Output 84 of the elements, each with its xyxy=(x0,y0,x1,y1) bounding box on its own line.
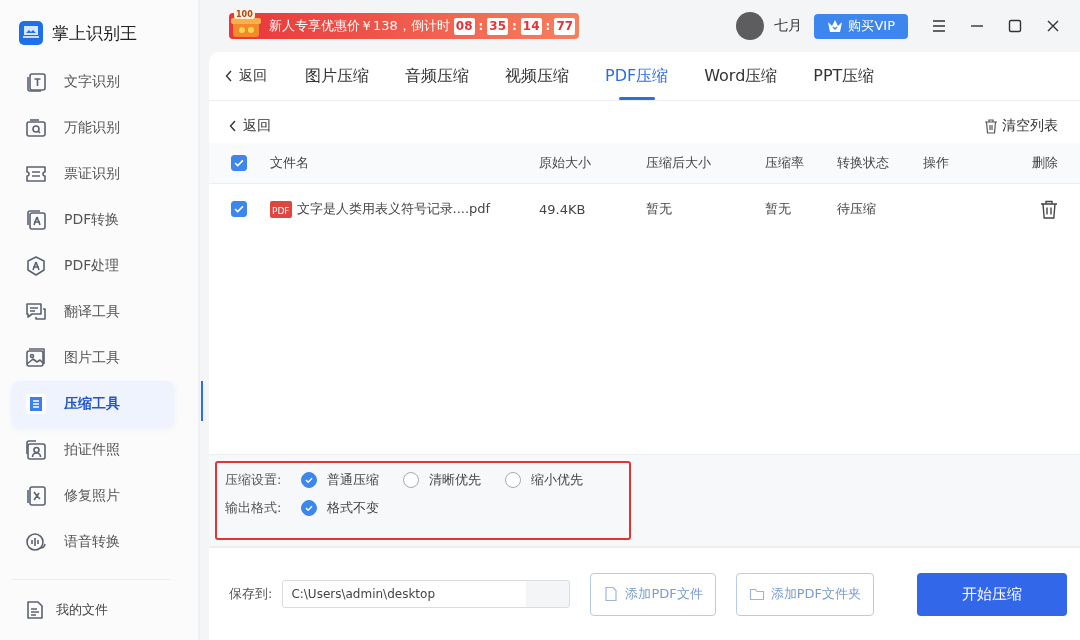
magnifier-frame-icon xyxy=(24,116,48,140)
column-header: 压缩后大小 xyxy=(646,154,712,172)
tab[interactable]: PDF压缩 xyxy=(587,52,687,100)
back-button[interactable]: 返回 xyxy=(225,52,287,100)
chevron-left-icon xyxy=(225,70,233,82)
path-field[interactable]: C:\Users\admin\desktop xyxy=(282,580,571,608)
pdf-file-icon: PDF xyxy=(270,200,292,218)
voice-wave-icon xyxy=(24,530,48,554)
trash-icon xyxy=(984,118,998,134)
tab[interactable]: 图片压缩 xyxy=(287,52,387,100)
file-name: 文字是人类用表义符号记录....pdf xyxy=(296,200,491,218)
radio-button[interactable] xyxy=(505,472,522,488)
sidebar-item[interactable]: 票证识别 xyxy=(12,151,174,197)
option-label: 清晰优先 xyxy=(429,471,482,489)
column-header: 删除 xyxy=(1032,154,1058,172)
radio-option[interactable]: 缩小优先 xyxy=(505,471,584,489)
sidebar-item[interactable]: 万能识别 xyxy=(12,105,174,151)
compress-icon xyxy=(24,392,48,416)
tab-underline xyxy=(618,97,655,100)
table-cell-text: 49.4KB xyxy=(539,201,587,217)
app-logo-icon xyxy=(19,21,43,45)
promo-text: 新人专享优惠价￥138，倒计时 xyxy=(269,17,450,35)
setting-label: 输出格式: xyxy=(225,499,282,517)
document-icon xyxy=(24,599,46,621)
option-label: 缩小优先 xyxy=(531,471,584,489)
radio-option[interactable]: 清晰优先 xyxy=(403,471,482,489)
radio-button[interactable] xyxy=(403,472,420,488)
avatar[interactable] xyxy=(736,12,765,40)
countdown-digits: 14 xyxy=(520,17,542,35)
radio-button[interactable] xyxy=(301,500,318,516)
table-cell-text: 暂无 xyxy=(765,200,792,218)
sidebar-item[interactable]: 修复照片 xyxy=(12,473,174,519)
maximize-icon[interactable] xyxy=(1006,17,1024,35)
tab[interactable]: PPT压缩 xyxy=(795,52,893,100)
save-to-label: 保存到: xyxy=(229,585,273,603)
tab[interactable]: 视频压缩 xyxy=(487,52,587,100)
radio-button[interactable] xyxy=(301,472,318,488)
select-all-checkbox[interactable] xyxy=(231,155,247,171)
column-header: 原始大小 xyxy=(539,154,592,172)
column-header: 操作 xyxy=(923,154,950,172)
countdown-separator: : xyxy=(478,19,484,33)
id-photo-icon xyxy=(24,438,48,462)
picture-icon xyxy=(24,346,48,370)
table-cell-text: 暂无 xyxy=(646,200,673,218)
column-header: 压缩率 xyxy=(765,154,805,172)
setting-label: 压缩设置: xyxy=(225,471,282,489)
chevron-left-icon xyxy=(229,120,237,132)
sidebar-item[interactable]: 语音转换 xyxy=(12,519,174,565)
back-button[interactable]: 返回 xyxy=(229,117,271,135)
sidebar-item[interactable]: 翻译工具 xyxy=(12,289,174,335)
sidebar-item[interactable]: PDF转换 xyxy=(12,197,174,243)
app-title: 掌上识别王 xyxy=(52,21,137,45)
countdown-separator: : xyxy=(512,19,517,33)
clear-list-button[interactable]: 清空列表 xyxy=(984,117,1058,135)
gift-badge: 100 xyxy=(234,10,255,19)
row-checkbox[interactable] xyxy=(231,201,247,217)
sidebar-item[interactable]: 文字识别 xyxy=(12,59,174,105)
sidebar-item[interactable]: 拍证件照 xyxy=(12,427,174,473)
option-label: 普通压缩 xyxy=(327,471,380,489)
countdown-digits: 35 xyxy=(487,17,509,35)
radio-option[interactable]: 普通压缩 xyxy=(301,471,380,489)
document-icon xyxy=(603,586,620,602)
menu-icon[interactable] xyxy=(930,17,948,35)
countdown-digits: 08 xyxy=(453,17,475,35)
user-name[interactable]: 七月 xyxy=(774,17,803,35)
folder-icon xyxy=(748,586,765,602)
sidebar-item[interactable]: PDF处理 xyxy=(12,243,174,289)
my-files-link[interactable]: 我的文件 xyxy=(12,579,170,640)
table-cell-text: 待压缩 xyxy=(837,200,877,218)
vip-button[interactable]: 购买VIP xyxy=(814,13,908,39)
text-frame-icon xyxy=(24,70,48,94)
tab[interactable]: 音频压缩 xyxy=(387,52,487,100)
crown-icon xyxy=(827,19,844,33)
sidebar-item[interactable]: 图片工具 xyxy=(12,335,174,381)
option-label: 格式不变 xyxy=(327,499,380,517)
column-header: 文件名 xyxy=(270,154,310,172)
column-header: 转换状态 xyxy=(837,154,890,172)
tab[interactable]: Word压缩 xyxy=(686,52,796,100)
selection-indicator xyxy=(201,381,203,421)
trash-icon[interactable] xyxy=(1040,199,1058,219)
countdown-digits: 77 xyxy=(554,17,576,35)
countdown-separator: : xyxy=(545,19,551,33)
start-button[interactable]: 开始压缩 xyxy=(917,572,1067,616)
radio-option[interactable]: 格式不变 xyxy=(301,499,380,517)
